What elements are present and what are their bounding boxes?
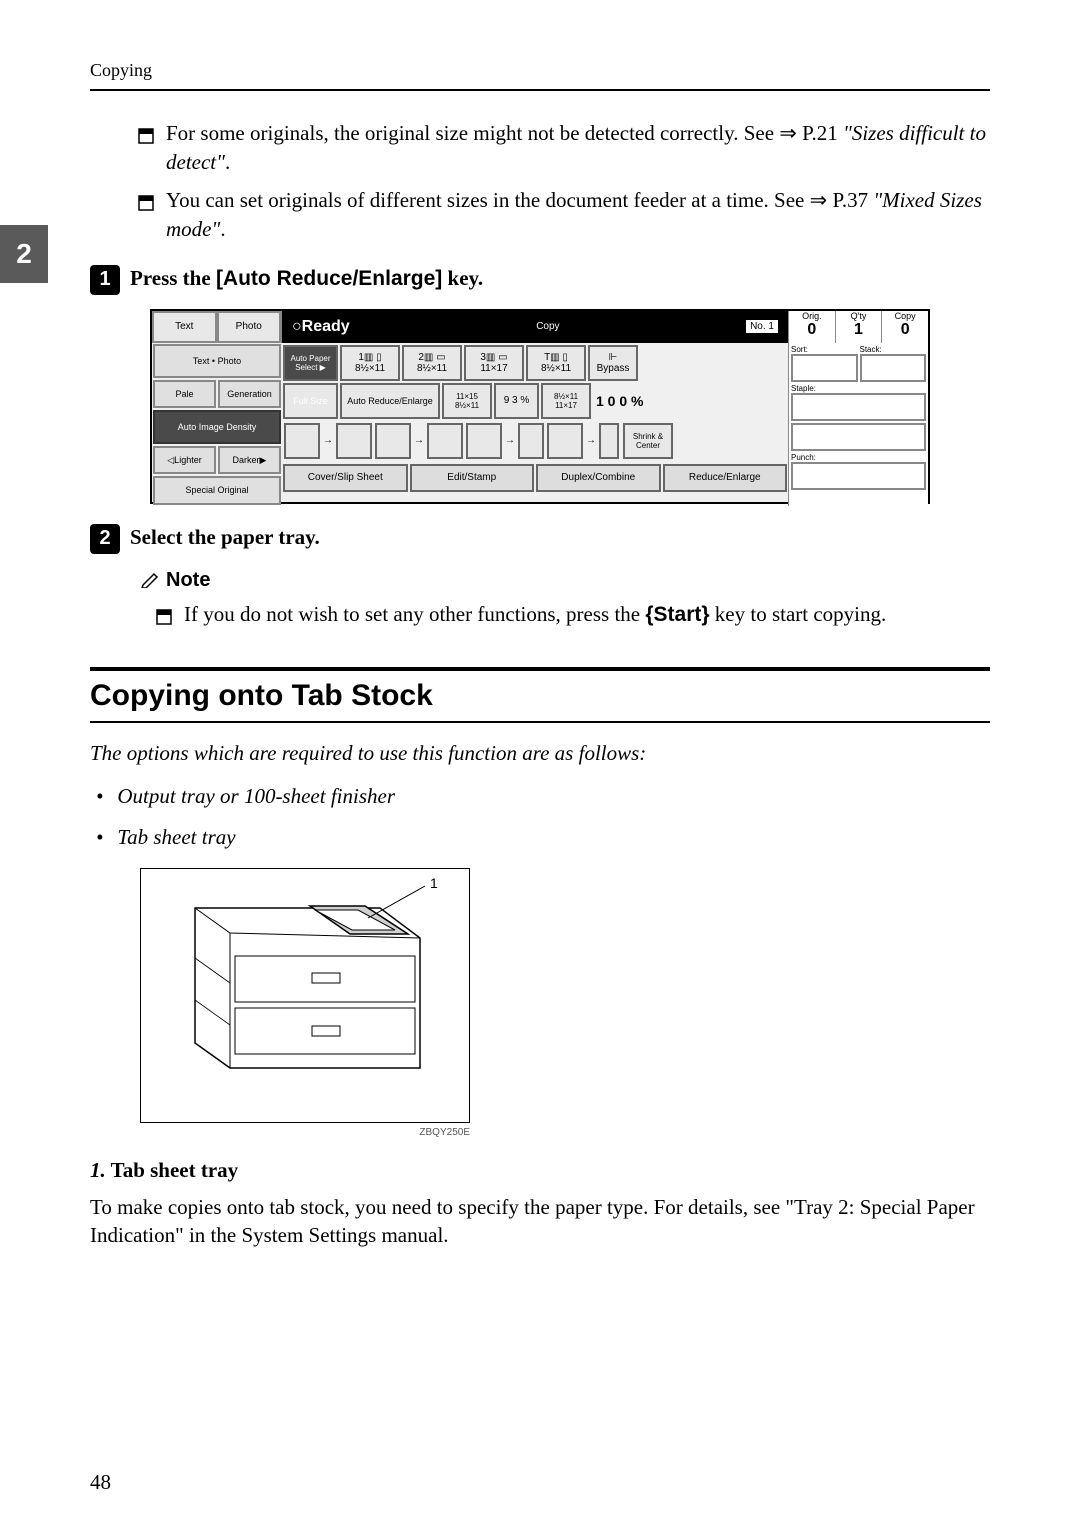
- layout-icon[interactable]: [518, 423, 544, 459]
- shrink-center-btn[interactable]: Shrink & Center: [623, 423, 673, 459]
- control-panel-screenshot: Text Photo ○Ready Copy No. 1 Orig.0 Q'ty…: [150, 309, 930, 504]
- bypass-btn[interactable]: ⊩Bypass: [588, 345, 638, 381]
- bullet-item: For some originals, the original size mi…: [138, 119, 990, 178]
- ratio-1[interactable]: 11×15 8½×11: [442, 383, 492, 419]
- callout-1: 1: [430, 875, 438, 891]
- step-text: Select the paper tray.: [130, 525, 320, 550]
- copy-label: Copy: [536, 321, 559, 332]
- layout-icon[interactable]: [427, 423, 463, 459]
- paper-tray-1[interactable]: 1▥ ▯8½×11: [340, 345, 400, 381]
- auto-image-density-btn[interactable]: Auto Image Density: [153, 410, 281, 444]
- step-number-icon: 1: [90, 265, 120, 295]
- duplex-combine-tab[interactable]: Duplex/Combine: [536, 464, 661, 492]
- option-item: • Output tray or 100-sheet finisher: [96, 784, 990, 809]
- ratio-3[interactable]: 8½×11 11×17: [541, 383, 591, 419]
- edit-stamp-tab[interactable]: Edit/Stamp: [410, 464, 535, 492]
- step-number-icon: 2: [90, 524, 120, 554]
- layout-icon[interactable]: [375, 423, 411, 459]
- step-2: 2 Select the paper tray.: [90, 524, 990, 554]
- option-list: • Output tray or 100-sheet finisher • Ta…: [96, 784, 990, 850]
- note-text-b: key to start copying.: [710, 602, 887, 626]
- auto-reduce-enlarge-btn[interactable]: Auto Reduce/Enlarge: [340, 383, 440, 419]
- note-bullet-icon: [156, 604, 172, 633]
- tab-text[interactable]: Text: [152, 311, 217, 343]
- paper-tray-t[interactable]: T▥ ▯8½×11: [526, 345, 586, 381]
- ready-status: ○Ready Copy No. 1: [282, 311, 788, 343]
- layout-icon[interactable]: [547, 423, 583, 459]
- staple-option[interactable]: [791, 423, 926, 451]
- tab-photo[interactable]: Photo: [217, 311, 282, 343]
- bullet-dot-icon: •: [96, 825, 103, 850]
- cover-slip-tab[interactable]: Cover/Slip Sheet: [283, 464, 408, 492]
- subsection-label: 1. Tab sheet tray: [90, 1158, 990, 1183]
- pale-btn[interactable]: Pale: [153, 380, 216, 408]
- staple-label: Staple:: [791, 384, 926, 393]
- layout-icon[interactable]: [466, 423, 502, 459]
- diagram-caption: ZBQY250E: [140, 1127, 470, 1138]
- ratio-2[interactable]: 9 3 %: [494, 383, 539, 419]
- text-photo-btn[interactable]: Text • Photo: [153, 344, 281, 378]
- lighter-btn[interactable]: ◁Lighter: [153, 446, 216, 474]
- step-text: Press the: [130, 266, 216, 290]
- bullet-dot-icon: •: [96, 784, 103, 809]
- auto-paper-select-btn[interactable]: Auto Paper Select ▶: [283, 345, 338, 381]
- full-size-btn[interactable]: Full Size: [283, 383, 338, 419]
- note-bullet-icon: [138, 123, 154, 178]
- stack-label: Stack:: [860, 345, 927, 354]
- zoom-percent: 1 0 0 %: [596, 393, 643, 409]
- bullet-item: You can set originals of different sizes…: [138, 186, 990, 245]
- counter-block: Orig.0 Q'ty1 Copy0: [788, 311, 928, 343]
- option-item: • Tab sheet tray: [96, 825, 990, 850]
- tray-diagram: 1: [140, 868, 470, 1123]
- step-text-b: key.: [442, 266, 483, 290]
- section-heading: Copying onto Tab Stock: [90, 667, 990, 723]
- sort-option[interactable]: [791, 354, 858, 382]
- layout-icon[interactable]: [336, 423, 372, 459]
- step-1: 1 Press the [Auto Reduce/Enlarge] key.: [90, 265, 990, 295]
- bullet-end: .: [220, 217, 225, 241]
- paper-tray-3[interactable]: 3▥ ▭11×17: [464, 345, 524, 381]
- pencil-icon: [140, 568, 160, 594]
- stack-option[interactable]: [860, 354, 927, 382]
- sort-label: Sort:: [791, 345, 858, 354]
- darker-btn[interactable]: Darker▶: [218, 446, 281, 474]
- note-section: Note If you do not wish to set any other…: [140, 568, 990, 633]
- step-key: [Auto Reduce/Enlarge]: [216, 267, 442, 290]
- punch-option[interactable]: [791, 462, 926, 490]
- note-text: If you do not wish to set any other func…: [184, 602, 645, 626]
- paper-tray-2[interactable]: 2▥ ▭8½×11: [402, 345, 462, 381]
- bullet-text: You can set originals of different sizes…: [166, 188, 873, 212]
- reduce-enlarge-tab[interactable]: Reduce/Enlarge: [663, 464, 788, 492]
- body-paragraph: To make copies onto tab stock, you need …: [90, 1193, 990, 1250]
- bullet-text: For some originals, the original size mi…: [166, 121, 843, 145]
- layout-icon[interactable]: [284, 423, 320, 459]
- side-tab: 2: [0, 225, 48, 283]
- staple-option[interactable]: [791, 393, 926, 421]
- bullet-list: For some originals, the original size mi…: [138, 119, 990, 245]
- section-intro: The options which are required to use th…: [90, 741, 990, 766]
- layout-icon[interactable]: [599, 423, 619, 459]
- special-original-btn[interactable]: Special Original: [153, 476, 281, 504]
- no-label: No. 1: [746, 320, 778, 333]
- page-header: Copying: [90, 60, 990, 91]
- bullet-end: .: [225, 150, 230, 174]
- page-number: 48: [90, 1470, 111, 1495]
- note-heading: Note: [140, 568, 990, 594]
- generation-btn[interactable]: Generation: [218, 380, 281, 408]
- note-item: If you do not wish to set any other func…: [156, 600, 990, 633]
- note-bullet-icon: [138, 190, 154, 245]
- start-key: {Start}: [645, 603, 709, 626]
- punch-label: Punch:: [791, 453, 926, 462]
